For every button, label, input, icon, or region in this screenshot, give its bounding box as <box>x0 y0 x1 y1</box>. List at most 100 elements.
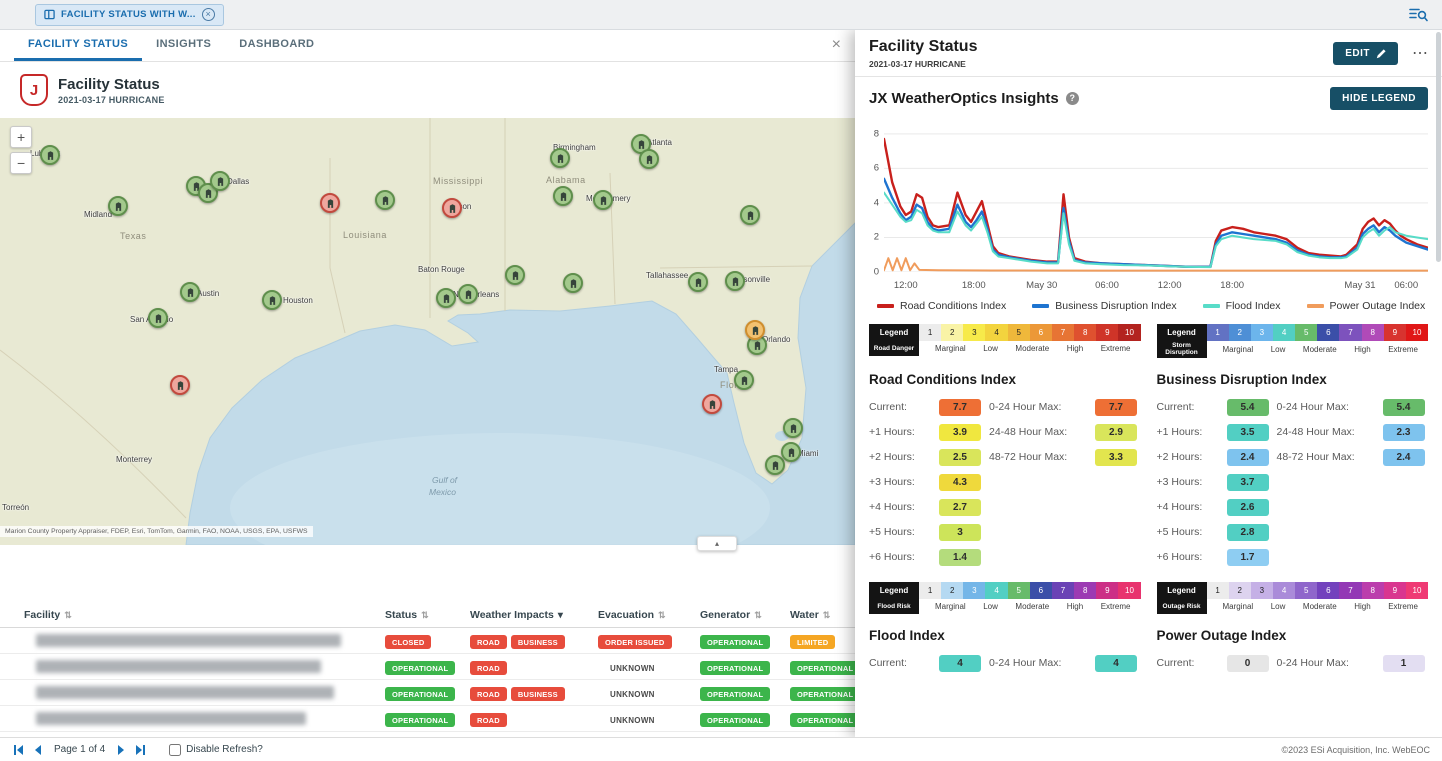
index-hour-label: +4 Hours: <box>1157 501 1219 513</box>
legend-scale-cell: 3 <box>1251 582 1273 599</box>
legend-index-grid: Legend12345678910Road DangerMarginalLowM… <box>855 312 1442 676</box>
scrollbar-thumb[interactable] <box>1436 32 1441 262</box>
facility-marker-green[interactable] <box>108 196 128 216</box>
map-zoom-out-button[interactable]: − <box>10 152 32 174</box>
facility-marker-green[interactable] <box>375 190 395 210</box>
previous-page-button[interactable] <box>32 744 44 756</box>
legend-category-label: Road Danger <box>869 341 919 356</box>
facility-marker-red[interactable] <box>320 193 340 213</box>
column-header-facility[interactable]: Facility⇅ <box>24 609 385 621</box>
disable-refresh-checkbox[interactable] <box>169 744 181 756</box>
tab-dashboard[interactable]: DASHBOARD <box>225 30 328 61</box>
status-badge: OPERATIONAL <box>700 713 770 727</box>
status-badge: ROAD <box>470 713 507 727</box>
edit-button[interactable]: EDIT <box>1333 42 1398 65</box>
board-tab-chip[interactable]: FACILITY STATUS WITH W... × <box>35 4 224 26</box>
chart-legend-item-road-conditions-index[interactable]: Road Conditions Index <box>877 300 1006 312</box>
help-icon[interactable]: ? <box>1066 92 1079 105</box>
facility-marker-green[interactable] <box>550 148 570 168</box>
map-city-label-torre-n: Torreón <box>2 503 29 512</box>
facility-marker-green[interactable] <box>725 271 745 291</box>
table-row[interactable]: CLOSEDROADBUSINESSORDER ISSUEDOPERATIONA… <box>0 628 855 654</box>
facility-marker-red[interactable] <box>442 198 462 218</box>
facility-marker-red[interactable] <box>702 394 722 414</box>
column-header-weather-impacts[interactable]: Weather Impacts▾ <box>470 609 598 621</box>
status-badge: OPERATIONAL <box>700 635 770 649</box>
last-page-button[interactable] <box>135 744 147 756</box>
board-title: Facility Status <box>58 76 165 93</box>
severity-label: Marginal <box>935 344 966 353</box>
facility-marker-green[interactable] <box>639 149 659 169</box>
table-row[interactable]: OPERATIONALROADUNKNOWNOPERATIONALOPERATI… <box>0 654 855 680</box>
chart-legend-item-power-outage-index[interactable]: Power Outage Index <box>1307 300 1426 312</box>
sort-icon[interactable]: ⇅ <box>64 610 72 621</box>
close-board-tab-icon[interactable]: × <box>202 8 215 21</box>
index-value-chip: 3.5 <box>1227 424 1269 441</box>
cell-text: UNKNOWN <box>610 664 655 673</box>
legend-word: Legend <box>869 582 919 599</box>
more-options-icon[interactable]: ⋯ <box>1412 46 1428 62</box>
legend-label: Flood Index <box>1226 300 1281 312</box>
facility-marker-orange[interactable] <box>745 320 765 340</box>
map-attribution: Marion County Property Appraiser, FDEP, … <box>0 526 313 537</box>
legend-scale-cell: 8 <box>1362 324 1384 341</box>
facility-marker-green[interactable] <box>436 288 456 308</box>
filter-dropdown-icon[interactable]: ▾ <box>558 610 563 621</box>
tab-facility-status[interactable]: FACILITY STATUS <box>14 30 142 61</box>
hide-legend-button[interactable]: HIDE LEGEND <box>1330 87 1428 110</box>
facility-marker-green[interactable] <box>505 265 525 285</box>
sort-icon[interactable]: ⇅ <box>754 610 762 621</box>
sort-icon[interactable]: ⇅ <box>421 610 429 621</box>
index-section-flood-index: Flood IndexCurrent:40-24 Hour Max:4 <box>869 626 1141 676</box>
map-canvas[interactable]: + − Marion County Property Appraiser, FD… <box>0 118 855 545</box>
map-zoom-controls: + − <box>10 126 32 174</box>
next-page-button[interactable] <box>115 744 127 756</box>
page-indicator: Page 1 of 4 <box>54 744 105 755</box>
legend-scale-cell: 6 <box>1030 582 1052 599</box>
facility-marker-green[interactable] <box>553 186 573 206</box>
facility-marker-red[interactable] <box>170 375 190 395</box>
legend-scale-cell: 10 <box>1118 324 1140 341</box>
facility-marker-green[interactable] <box>740 205 760 225</box>
board-search-icon[interactable] <box>1409 7 1428 22</box>
legend-label: Road Conditions Index <box>900 300 1006 312</box>
facility-marker-green[interactable] <box>458 284 478 304</box>
map-zoom-in-button[interactable]: + <box>10 126 32 148</box>
first-page-button[interactable] <box>12 744 24 756</box>
facility-marker-green[interactable] <box>593 190 613 210</box>
map-city-label-monterrey: Monterrey <box>116 455 152 464</box>
panel-scrollbar[interactable] <box>1436 32 1441 735</box>
facility-name-redacted <box>36 712 306 725</box>
close-panel-icon[interactable]: × <box>832 37 841 53</box>
column-header-water[interactable]: Water⇅ <box>790 609 855 621</box>
board-tab-label: FACILITY STATUS WITH W... <box>61 9 196 20</box>
legend-scale-row: Legend12345678910 <box>869 324 1141 341</box>
facility-marker-green[interactable] <box>148 308 168 328</box>
index-hour-label: +2 Hours: <box>1157 451 1219 463</box>
table-row[interactable]: OPERATIONALROADBUSINESSUNKNOWNOPERATIONA… <box>0 680 855 706</box>
tab-insights[interactable]: INSIGHTS <box>142 30 225 61</box>
facility-marker-green[interactable] <box>262 290 282 310</box>
column-header-status[interactable]: Status⇅ <box>385 609 470 621</box>
impacts-cell: ROADBUSINESS <box>470 684 598 702</box>
chart-legend-item-flood-index[interactable]: Flood Index <box>1203 300 1281 312</box>
index-row: +1 Hours:3.924-48 Hour Max:2.9 <box>869 420 1141 445</box>
facility-marker-green[interactable] <box>40 145 60 165</box>
x-tick-label: 12:00 <box>894 280 918 291</box>
facility-marker-green[interactable] <box>781 442 801 462</box>
column-header-evacuation[interactable]: Evacuation⇅ <box>598 609 700 621</box>
facility-marker-green[interactable] <box>210 171 230 191</box>
column-header-generator[interactable]: Generator⇅ <box>700 609 790 621</box>
facility-marker-green[interactable] <box>688 272 708 292</box>
map-collapse-button[interactable]: ▴ <box>697 536 737 551</box>
map-region-label: Alabama <box>546 175 586 185</box>
sort-icon[interactable]: ⇅ <box>658 610 666 621</box>
facility-marker-green[interactable] <box>180 282 200 302</box>
chart-legend-item-business-disruption-index[interactable]: Business Disruption Index <box>1032 300 1176 312</box>
facility-marker-green[interactable] <box>734 370 754 390</box>
severity-label: Moderate <box>1015 344 1049 353</box>
facility-marker-green[interactable] <box>783 418 803 438</box>
facility-marker-green[interactable] <box>563 273 583 293</box>
table-row[interactable]: OPERATIONALROADUNKNOWNOPERATIONALOPERATI… <box>0 706 855 732</box>
sort-icon[interactable]: ⇅ <box>823 610 831 621</box>
